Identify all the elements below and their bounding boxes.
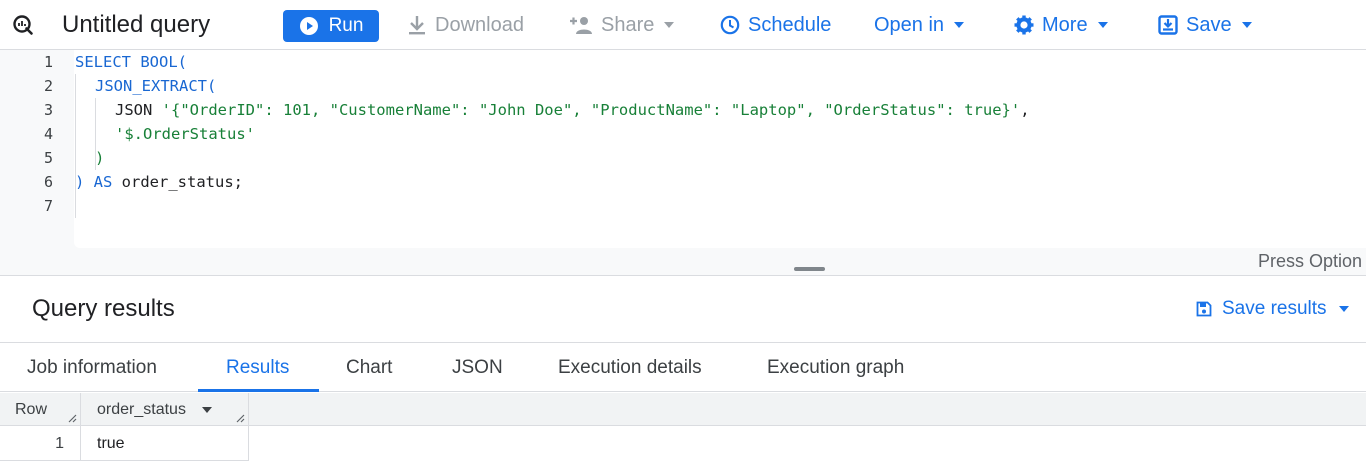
tab-results[interactable]: Results [226,344,289,392]
table-header: Row order_status [0,393,1366,426]
code-area[interactable]: SELECT BOOL( JSON_EXTRACT( JSON '{"OrderID… [74,50,1366,248]
open-in-button[interactable]: Open in [874,0,965,50]
code-token: JSON_EXTRACT( [95,77,217,95]
column-header-row: Row [15,401,48,418]
editor-resize-handle[interactable] [794,267,825,271]
active-tab-indicator [198,389,319,392]
code-line: ) AS order_status; [75,170,243,194]
save-label: Save [1186,13,1232,36]
save-results-button[interactable]: Save results [1196,298,1349,320]
open-in-label: Open in [874,13,945,36]
save-button[interactable]: Save [1158,0,1252,50]
gear-icon [1014,15,1034,35]
table-cell[interactable]: true [97,427,125,460]
download-icon [409,16,425,35]
code-line: ) [95,146,104,170]
tab-execution-details[interactable]: Execution details [558,344,702,392]
download-label: Download [435,13,524,36]
results-header: Query results Save results [0,277,1366,343]
tab-execution-graph[interactable]: Execution graph [767,344,904,392]
code-token: order_status; [121,173,243,191]
line-number: 2 [43,77,53,95]
save-icon [1196,301,1212,317]
save-results-label: Save results [1222,298,1327,319]
keyboard-hint: Press Option [1258,251,1363,271]
chevron-down-icon[interactable] [202,407,212,413]
tab-chart[interactable]: Chart [346,344,392,392]
person-add-icon [570,17,592,34]
line-number: 1 [43,53,53,71]
schedule-button[interactable]: Schedule [720,0,831,50]
code-token: ) [95,149,105,167]
query-toolbar: Untitled query Run Download Share Schedu… [0,0,1366,50]
share-label: Share [601,13,655,36]
sql-editor[interactable]: 1 2 3 4 5 6 7 SELECT BOOL( JSON_EXTRACT( JSON '{… [0,50,1366,276]
chevron-down-icon [1097,22,1108,28]
chevron-down-icon [954,22,965,28]
code-token: JSON [115,101,162,119]
column-resize-handle[interactable] [235,413,245,423]
results-table: Row order_status 1 true [0,393,1366,461]
schedule-label: Schedule [748,13,832,36]
more-button[interactable]: More [1014,0,1108,50]
more-label: More [1042,13,1088,36]
chevron-down-icon [664,22,675,28]
clock-icon [720,15,740,35]
share-button[interactable]: Share [569,0,675,50]
code-token: '$.OrderStatus' [115,125,255,143]
save-icon [1158,15,1178,35]
download-button[interactable]: Download [408,0,524,50]
column-divider [248,393,249,461]
indent-guide [75,74,76,218]
results-title: Query results [32,295,175,322]
column-resize-handle[interactable] [67,413,77,423]
line-number: 4 [43,125,53,143]
line-number: 7 [43,197,53,215]
code-line: SELECT BOOL( [75,50,187,74]
tab-job-information[interactable]: Job information [27,344,157,392]
column-header-order-status[interactable]: order_status [97,393,186,426]
chevron-down-icon [1338,306,1349,312]
tab-json[interactable]: JSON [452,344,503,392]
run-button-label: Run [328,15,364,36]
code-line: JSON '{"OrderID": 101, "CustomerName": "… [115,98,1030,122]
code-token: , [1020,101,1030,119]
column-divider [80,393,81,461]
code-line: '$.OrderStatus' [115,122,255,146]
results-tabs: Job information Results Chart JSON Execu… [0,344,1366,392]
row-number: 1 [55,435,64,452]
query-title[interactable]: Untitled query [62,0,210,50]
query-icon [12,0,34,50]
code-line: JSON_EXTRACT( [95,74,216,98]
chevron-down-icon [1241,22,1252,28]
code-token: ) AS [75,173,122,191]
line-number: 5 [43,149,53,167]
line-number: 3 [43,101,53,119]
run-button[interactable]: Run [283,10,379,42]
line-number: 6 [43,173,53,191]
code-token: '{"OrderID": 101, "CustomerName": "John … [161,101,1021,119]
code-token: SELECT BOOL( [75,53,187,71]
play-circle-icon [299,17,318,35]
